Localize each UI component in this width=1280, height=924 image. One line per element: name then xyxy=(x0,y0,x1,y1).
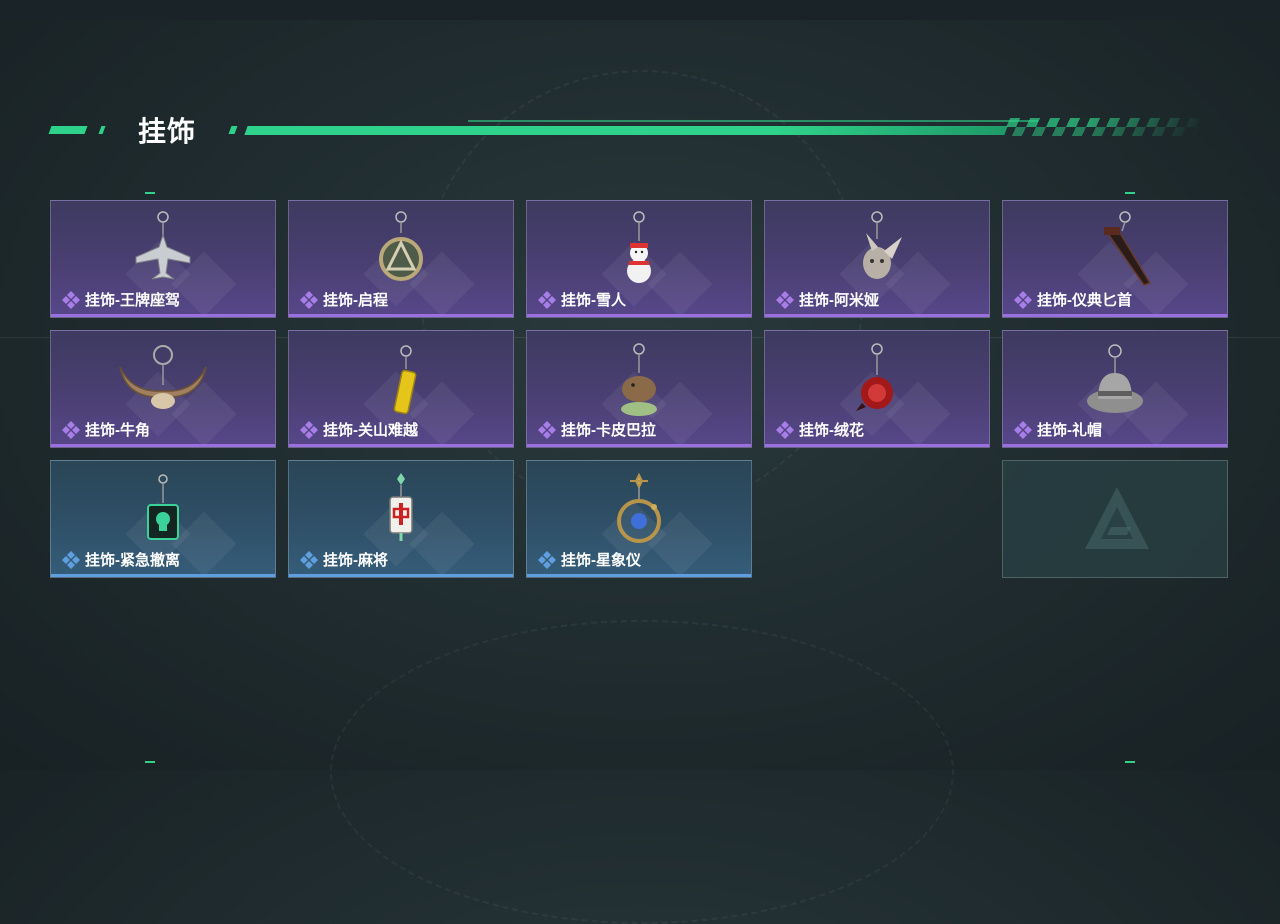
astrolabe-charm-icon xyxy=(617,472,661,543)
charm-label: 挂饰-仪典匕首 xyxy=(1037,292,1132,309)
charm-label: 挂饰-王牌座驾 xyxy=(85,292,180,309)
charm-card[interactable]: 挂饰-麻将 xyxy=(288,460,514,578)
charm-label: 挂饰-绒花 xyxy=(799,422,864,439)
empty-slot[interactable] xyxy=(1002,460,1228,578)
charm-label: 挂饰-启程 xyxy=(323,292,388,309)
charm-card[interactable]: 挂饰-启程 xyxy=(288,200,514,318)
charm-label: 挂饰-星象仪 xyxy=(561,552,641,569)
rarity-bar xyxy=(527,444,751,447)
hat-charm-icon xyxy=(1087,344,1143,413)
top-bar xyxy=(0,0,1280,20)
rarity-bar xyxy=(289,314,513,317)
rarity-bar xyxy=(51,314,275,317)
rarity-diamond-icon xyxy=(61,550,81,570)
rarity-diamond-icon xyxy=(537,290,557,310)
charm-label: 挂饰-礼帽 xyxy=(1037,422,1102,439)
header-deco xyxy=(48,126,88,134)
section-title: 挂饰 xyxy=(138,116,197,147)
rarity-bar xyxy=(51,574,275,577)
rarity-diamond-icon xyxy=(537,420,557,440)
rarity-bar xyxy=(527,314,751,317)
charm-card[interactable]: 挂饰-礼帽 xyxy=(1002,330,1228,448)
red-flower-charm-icon xyxy=(856,343,893,411)
jet-plane-charm-icon xyxy=(135,211,191,280)
charm-label: 挂饰-麻将 xyxy=(323,552,388,569)
charm-card[interactable]: 挂饰-仪典匕首 xyxy=(1002,200,1228,318)
charm-card[interactable]: 挂饰-星象仪 xyxy=(526,460,752,578)
corner-tick xyxy=(1125,761,1135,763)
corner-tick xyxy=(145,761,155,763)
charm-grid: 挂饰-王牌座驾 挂饰-启程 挂饰-雪人 挂饰-阿米娅 挂饰-仪典匕首 挂饰-牛角… xyxy=(50,200,1230,580)
charm-label: 挂饰-阿米娅 xyxy=(799,292,879,309)
game-logo-icon xyxy=(1085,487,1149,549)
charm-card[interactable]: 挂饰-关山难越 xyxy=(288,330,514,448)
charm-card[interactable]: 挂饰-阿米娅 xyxy=(764,200,990,318)
rarity-bar xyxy=(527,574,751,577)
rarity-diamond-icon xyxy=(299,290,319,310)
charm-card[interactable]: 挂饰-绒花 xyxy=(764,330,990,448)
corner-tick xyxy=(1125,192,1135,194)
medallion-charm-icon xyxy=(379,211,423,281)
bunny-charm-icon xyxy=(863,211,902,279)
header-deco xyxy=(228,126,238,134)
green-skull-charm-icon xyxy=(147,474,179,540)
charm-card[interactable]: 挂饰-王牌座驾 xyxy=(50,200,276,318)
charm-label: 挂饰-紧急撤离 xyxy=(85,552,180,569)
header-deco xyxy=(468,120,1038,122)
rarity-diamond-icon xyxy=(537,550,557,570)
charm-card[interactable]: 挂饰-紧急撤离 xyxy=(50,460,276,578)
rarity-bar xyxy=(1003,444,1227,447)
rarity-diamond-icon xyxy=(61,420,81,440)
section-header: 挂饰 xyxy=(48,108,1208,148)
rarity-diamond-icon xyxy=(1013,290,1033,310)
charm-card[interactable]: 挂饰-牛角 xyxy=(50,330,276,448)
charm-label: 挂饰-卡皮巴拉 xyxy=(561,422,656,439)
mahjong-tile-charm-icon xyxy=(389,473,413,541)
yellow-tag-charm-icon xyxy=(393,345,417,415)
rarity-diamond-icon xyxy=(775,420,795,440)
charm-card[interactable]: 挂饰-雪人 xyxy=(526,200,752,318)
rarity-bar xyxy=(1003,314,1227,317)
charm-label: 挂饰-牛角 xyxy=(85,422,150,439)
horns-charm-icon xyxy=(119,345,207,409)
corner-tick xyxy=(145,192,155,194)
header-deco xyxy=(98,126,106,134)
rarity-bar xyxy=(765,444,989,447)
charm-label: 挂饰-关山难越 xyxy=(323,422,418,439)
rarity-diamond-icon xyxy=(299,420,319,440)
rarity-diamond-icon xyxy=(775,290,795,310)
header-bar xyxy=(244,126,1008,135)
header-checker xyxy=(1001,118,1207,136)
rarity-bar xyxy=(289,574,513,577)
rarity-diamond-icon xyxy=(299,550,319,570)
charm-card[interactable]: 挂饰-卡皮巴拉 xyxy=(526,330,752,448)
rarity-diamond-icon xyxy=(61,290,81,310)
charm-label: 挂饰-雪人 xyxy=(561,292,626,309)
capybara-charm-icon xyxy=(621,343,657,416)
rarity-bar xyxy=(289,444,513,447)
bg-ring-decor xyxy=(330,620,954,924)
rarity-bar xyxy=(51,444,275,447)
snowman-charm-icon xyxy=(627,211,651,283)
dagger-charm-icon xyxy=(1104,211,1152,286)
rarity-diamond-icon xyxy=(1013,420,1033,440)
rarity-bar xyxy=(765,314,989,317)
